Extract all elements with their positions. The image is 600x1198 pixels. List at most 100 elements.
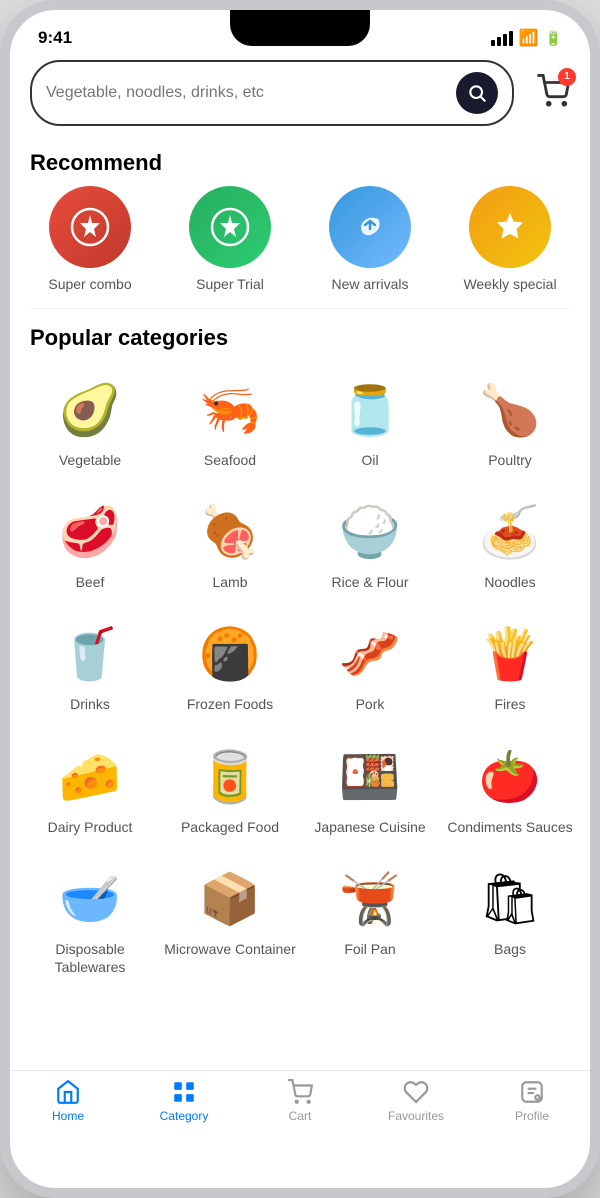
- weekly-special-label: Weekly special: [463, 276, 556, 292]
- seafood-label: Seafood: [204, 451, 256, 469]
- oil-label: Oil: [361, 451, 378, 469]
- microwave-image: 📦: [190, 864, 270, 934]
- cart-button[interactable]: 1: [536, 74, 570, 113]
- new-arrivals-label: New arrivals: [331, 276, 408, 292]
- seafood-image: 🦐: [190, 375, 270, 445]
- nav-profile-label: Profile: [515, 1109, 549, 1123]
- category-drinks[interactable]: 🥤 Drinks: [20, 605, 160, 727]
- vegetable-label: Vegetable: [59, 451, 121, 469]
- category-foil-pan[interactable]: 🫕 Foil Pan: [300, 850, 440, 990]
- search-bar: [30, 60, 514, 126]
- home-icon: [55, 1079, 81, 1105]
- categories-grid: 🥑 Vegetable 🦐 Seafood 🫙 Oil 🍗 Poultry 🥩 …: [10, 361, 590, 1070]
- category-condiments[interactable]: 🍅 Condiments Sauces: [440, 728, 580, 850]
- dairy-image: 🧀: [50, 742, 130, 812]
- status-icons: 📶 🔋: [491, 28, 562, 48]
- frozen-foods-label: Frozen Foods: [187, 695, 273, 713]
- nav-favourites[interactable]: Favourites: [386, 1079, 446, 1123]
- signal-icon: [491, 31, 513, 46]
- category-icon: [171, 1079, 197, 1105]
- condiments-image: 🍅: [470, 742, 550, 812]
- super-trial-circle: [189, 186, 271, 268]
- nav-cart[interactable]: Cart: [270, 1079, 330, 1123]
- vegetable-image: 🥑: [50, 375, 130, 445]
- nav-home-label: Home: [52, 1109, 84, 1123]
- frozen-foods-image: 🍘: [190, 619, 270, 689]
- wifi-icon: 📶: [519, 28, 539, 48]
- dairy-label: Dairy Product: [48, 818, 133, 836]
- category-packaged-food[interactable]: 🥫 Packaged Food: [160, 728, 300, 850]
- category-rice-flour[interactable]: 🍚 Rice & Flour: [300, 483, 440, 605]
- poultry-image: 🍗: [470, 375, 550, 445]
- japanese-cuisine-image: 🍱: [330, 742, 410, 812]
- category-seafood[interactable]: 🦐 Seafood: [160, 361, 300, 483]
- category-microwave[interactable]: 📦 Microwave Container: [160, 850, 300, 990]
- battery-icon: 🔋: [545, 30, 562, 47]
- weekly-special-circle: [469, 186, 551, 268]
- foil-pan-label: Foil Pan: [344, 940, 395, 958]
- drinks-label: Drinks: [70, 695, 110, 713]
- noodles-image: 🍝: [470, 497, 550, 567]
- fires-image: 🍟: [470, 619, 550, 689]
- category-poultry[interactable]: 🍗 Poultry: [440, 361, 580, 483]
- packaged-food-image: 🥫: [190, 742, 270, 812]
- lamb-label: Lamb: [212, 573, 247, 591]
- disposable-image: 🥣: [50, 864, 130, 934]
- category-noodles[interactable]: 🍝 Noodles: [440, 483, 580, 605]
- category-vegetable[interactable]: 🥑 Vegetable: [20, 361, 160, 483]
- cart-badge: 1: [558, 68, 576, 86]
- recommend-item-super-combo[interactable]: Super combo: [30, 186, 150, 292]
- super-combo-circle: [49, 186, 131, 268]
- bottom-nav: Home Category Cart: [10, 1070, 590, 1143]
- condiments-label: Condiments Sauces: [447, 818, 572, 836]
- status-time: 9:41: [38, 28, 72, 48]
- recommend-item-super-trial[interactable]: Super Trial: [170, 186, 290, 292]
- category-dairy[interactable]: 🧀 Dairy Product: [20, 728, 160, 850]
- recommend-item-new-arrivals[interactable]: New arrivals: [310, 186, 430, 292]
- lamb-image: 🍖: [190, 497, 270, 567]
- search-input[interactable]: [46, 84, 456, 102]
- notch: [230, 10, 370, 46]
- category-oil[interactable]: 🫙 Oil: [300, 361, 440, 483]
- screen: 9:41 📶 🔋: [10, 10, 590, 1188]
- super-combo-label: Super combo: [48, 276, 131, 292]
- search-icon: [467, 83, 487, 103]
- nav-favourites-label: Favourites: [388, 1109, 444, 1123]
- bags-image: 🛍: [470, 864, 550, 934]
- category-beef[interactable]: 🥩 Beef: [20, 483, 160, 605]
- noodles-label: Noodles: [484, 573, 535, 591]
- drinks-image: 🥤: [50, 619, 130, 689]
- recommend-title: Recommend: [10, 134, 590, 186]
- nav-category-label: Category: [160, 1109, 209, 1123]
- categories-title: Popular categories: [10, 309, 590, 361]
- fires-label: Fires: [494, 695, 525, 713]
- search-button[interactable]: [456, 72, 498, 114]
- pork-image: 🥓: [330, 619, 410, 689]
- beef-label: Beef: [76, 573, 105, 591]
- nav-category[interactable]: Category: [154, 1079, 214, 1123]
- category-frozen-foods[interactable]: 🍘 Frozen Foods: [160, 605, 300, 727]
- disposable-label: Disposable Tablewares: [24, 940, 156, 976]
- oil-image: 🫙: [330, 375, 410, 445]
- nav-profile[interactable]: Profile: [502, 1079, 562, 1123]
- favourites-icon: [403, 1079, 429, 1105]
- foil-pan-image: 🫕: [330, 864, 410, 934]
- microwave-label: Microwave Container: [164, 940, 296, 958]
- japanese-cuisine-label: Japanese Cuisine: [314, 818, 425, 836]
- category-fires[interactable]: 🍟 Fires: [440, 605, 580, 727]
- new-arrivals-circle: [329, 186, 411, 268]
- phone-frame: 9:41 📶 🔋: [0, 0, 600, 1198]
- nav-home[interactable]: Home: [38, 1079, 98, 1123]
- category-japanese-cuisine[interactable]: 🍱 Japanese Cuisine: [300, 728, 440, 850]
- recommend-item-weekly-special[interactable]: Weekly special: [450, 186, 570, 292]
- bags-label: Bags: [494, 940, 526, 958]
- category-bags[interactable]: 🛍 Bags: [440, 850, 580, 990]
- category-lamb[interactable]: 🍖 Lamb: [160, 483, 300, 605]
- category-pork[interactable]: 🥓 Pork: [300, 605, 440, 727]
- category-disposable[interactable]: 🥣 Disposable Tablewares: [20, 850, 160, 990]
- profile-icon: [519, 1079, 545, 1105]
- rice-flour-label: Rice & Flour: [331, 573, 408, 591]
- poultry-label: Poultry: [488, 451, 532, 469]
- recommend-row: Super combo Super Trial: [10, 186, 590, 308]
- packaged-food-label: Packaged Food: [181, 818, 279, 836]
